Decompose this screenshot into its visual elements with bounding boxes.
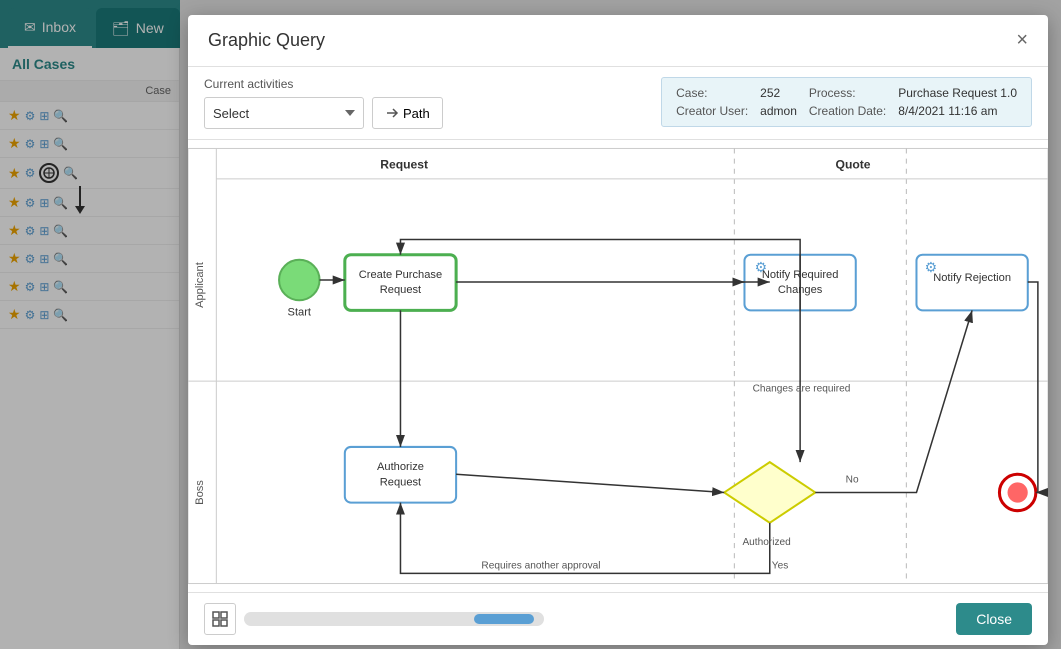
path-button[interactable]: Path (372, 97, 443, 129)
modal-toolbar: Current activities Select Create Purchas… (188, 67, 1048, 140)
toolbar-left: Current activities Select Create Purchas… (204, 77, 443, 129)
authorized-annotation: Authorized (742, 537, 790, 548)
fit-diagram-button[interactable] (204, 603, 236, 635)
process-label: Process: (809, 86, 886, 100)
changes-required-annotation: Changes are required (753, 383, 851, 394)
end-event-inner (1008, 482, 1028, 502)
creation-date-value: 8/4/2021 11:16 am (898, 104, 1017, 118)
activities-select[interactable]: Select Create Purchase Request (204, 97, 364, 129)
path-icon (385, 106, 399, 120)
boss-lane-label: Boss (194, 480, 206, 505)
notify-rejection-label-1: Notify Rejection (933, 272, 1011, 284)
modal-title: Graphic Query (208, 30, 325, 51)
modal-header: Graphic Query × (188, 15, 1048, 67)
graphic-query-modal: Graphic Query × Current activities Selec… (188, 15, 1048, 645)
scrollbar-thumb[interactable] (474, 614, 534, 624)
request-column-label: Request (380, 158, 428, 172)
diagram-area: Applicant Boss Request Quote Start Creat… (188, 140, 1048, 592)
toolbar-row: Select Create Purchase Request Path (204, 97, 443, 129)
diagram-scrollbar[interactable] (244, 612, 544, 626)
case-info-panel: Case: 252 Process: Purchase Request 1.0 … (661, 77, 1032, 127)
quote-column-label: Quote (836, 158, 871, 172)
authorize-request-task (345, 447, 456, 503)
applicant-lane-label: Applicant (194, 262, 206, 308)
start-event (279, 260, 319, 300)
authorize-label-2: Request (380, 476, 421, 488)
modal-close-button[interactable]: × (1016, 29, 1028, 52)
creator-value: admon (760, 104, 797, 118)
bpmn-diagram: Applicant Boss Request Quote Start Creat… (188, 140, 1048, 592)
create-purchase-request-task (345, 255, 456, 311)
create-pr-label-1: Create Purchase (359, 269, 442, 281)
create-pr-label-2: Request (380, 284, 421, 296)
fit-icon (212, 611, 228, 627)
case-value: 252 (760, 86, 797, 100)
start-label: Start (288, 306, 311, 318)
footer-left (204, 603, 544, 635)
process-value: Purchase Request 1.0 (898, 86, 1017, 100)
creator-label: Creator User: (676, 104, 748, 118)
authorize-label-1: Authorize (377, 461, 424, 473)
requires-approval-annotation: Requires another approval (481, 560, 600, 571)
modal-footer: Close (188, 592, 1048, 645)
close-button[interactable]: Close (956, 603, 1032, 635)
no-annotation: No (846, 474, 859, 485)
current-activities-label: Current activities (204, 77, 443, 91)
yes-annotation: Yes (772, 560, 789, 571)
creation-date-label: Creation Date: (809, 104, 886, 118)
case-label: Case: (676, 86, 748, 100)
